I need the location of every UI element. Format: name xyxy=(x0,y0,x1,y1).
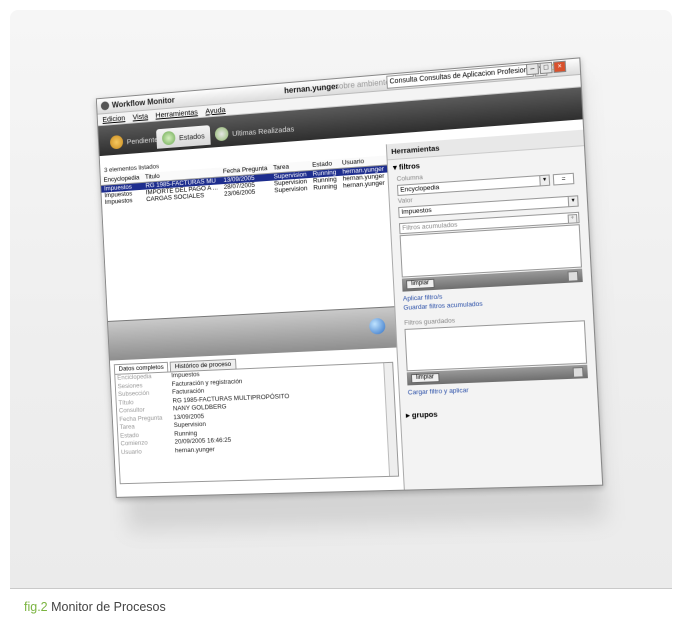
screenshot-stage: Workflow Monitor hernan.yunger sobre amb… xyxy=(95,57,606,531)
clear-button[interactable]: limpiar xyxy=(405,278,435,290)
maximize-icon[interactable]: □ xyxy=(539,61,553,75)
saved-filters-list[interactable] xyxy=(404,320,588,372)
option-icon[interactable] xyxy=(572,366,584,378)
done-icon xyxy=(214,126,229,142)
add-icon[interactable]: + xyxy=(567,213,578,224)
value-value: Impuestos xyxy=(401,206,432,216)
pending-icon xyxy=(109,134,124,150)
menu-vista[interactable]: Vista xyxy=(132,112,148,122)
app-window: Workflow Monitor hernan.yunger sobre amb… xyxy=(95,57,604,498)
tab-label: Ultimas Realizadas xyxy=(231,123,295,138)
status-icon xyxy=(161,130,176,146)
app-logo-icon xyxy=(100,101,110,111)
app-title: Workflow Monitor xyxy=(111,95,175,110)
chevron-down-icon[interactable]: ▼ xyxy=(567,196,578,207)
tab-ultimas-realizadas[interactable]: Ultimas Realizadas xyxy=(209,118,301,145)
user-suffix: sobre ambiente xyxy=(334,77,390,92)
close-icon[interactable]: × xyxy=(553,60,567,74)
option-icon[interactable] xyxy=(567,270,579,282)
menu-edicion[interactable]: Edicion xyxy=(102,113,125,124)
minimize-icon[interactable]: – xyxy=(525,62,540,76)
cell: Running xyxy=(313,183,338,192)
column-value: Encyclopedia xyxy=(400,184,440,194)
user-name: hernan.yunger xyxy=(283,81,339,96)
clear-saved-button[interactable]: limpiar xyxy=(410,372,440,384)
cell: Impuestos xyxy=(104,197,133,206)
figure-number: fig.2 xyxy=(24,600,48,614)
globe-icon[interactable] xyxy=(368,317,386,335)
chevron-down-icon[interactable]: ▼ xyxy=(539,175,550,186)
process-panel: 3 elementos listados Encyclopedia Titulo… xyxy=(100,144,405,497)
operator-select[interactable]: = xyxy=(552,172,575,186)
process-grid[interactable]: Encyclopedia Titulo Fecha Pregunta Tarea… xyxy=(100,155,395,321)
tools-panel: Herramientas ▾ filtros Columna Encyclope… xyxy=(386,129,603,490)
detail-value: hernan.yunger xyxy=(174,445,215,454)
tab-label: Estados xyxy=(178,130,205,142)
figure-title: Monitor de Procesos xyxy=(47,600,166,614)
detail-panel: Enciclopedia Impuestos Sesiones Facturació… xyxy=(114,361,400,485)
tab-estados[interactable]: Estados xyxy=(156,125,211,149)
detail-key: Usuario xyxy=(120,448,142,456)
caption-divider xyxy=(10,588,672,589)
accumulated-label: Filtros acumulados xyxy=(402,221,458,233)
groups-label: grupos xyxy=(411,409,438,420)
filters-label: filtros xyxy=(398,161,421,172)
figure-caption: fig.2 Monitor de Procesos xyxy=(24,600,166,614)
detail-scrollbar[interactable] xyxy=(383,362,399,476)
groups-section[interactable]: ▸ grupos xyxy=(401,401,599,423)
cell: Supervision xyxy=(274,185,308,195)
menu-ayuda[interactable]: Ayuda xyxy=(205,105,226,115)
